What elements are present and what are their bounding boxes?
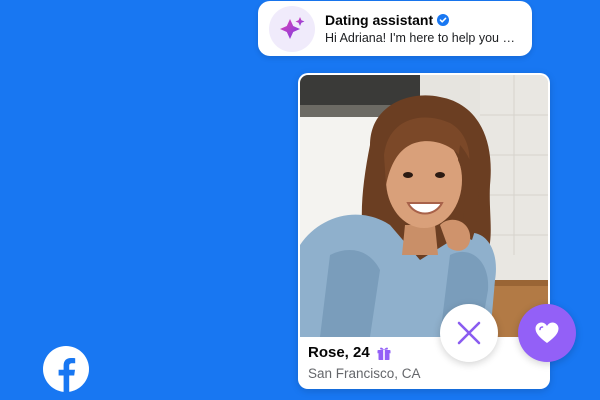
pass-button[interactable] bbox=[440, 304, 498, 362]
assistant-notification[interactable]: Dating assistant Hi Adriana! I'm here to… bbox=[258, 1, 532, 56]
heart-icon bbox=[535, 322, 559, 343]
profile-card[interactable]: Rose, 24 San Francisco, CA bbox=[298, 73, 550, 389]
close-icon bbox=[457, 321, 481, 345]
verified-badge-icon bbox=[437, 14, 450, 26]
profile-location: San Francisco, CA bbox=[308, 366, 421, 381]
profile-photo-illustration bbox=[300, 75, 548, 337]
profile-photo bbox=[300, 75, 548, 337]
profile-name: Rose, 24 bbox=[308, 344, 370, 361]
gift-icon bbox=[377, 347, 391, 360]
profile-info: Rose, 24 San Francisco, CA bbox=[308, 344, 421, 381]
profile-name-row: Rose, 24 bbox=[308, 344, 421, 361]
notification-title-row: Dating assistant bbox=[325, 12, 522, 28]
notification-text: Dating assistant Hi Adriana! I'm here to… bbox=[325, 12, 523, 45]
like-button[interactable] bbox=[518, 304, 576, 362]
assistant-avatar bbox=[269, 5, 315, 52]
notification-title: Dating assistant bbox=[325, 12, 434, 28]
sparkle-icon bbox=[280, 16, 305, 39]
facebook-logo-icon bbox=[43, 346, 89, 392]
notification-message: Hi Adriana! I'm here to help you wi... bbox=[325, 31, 523, 45]
